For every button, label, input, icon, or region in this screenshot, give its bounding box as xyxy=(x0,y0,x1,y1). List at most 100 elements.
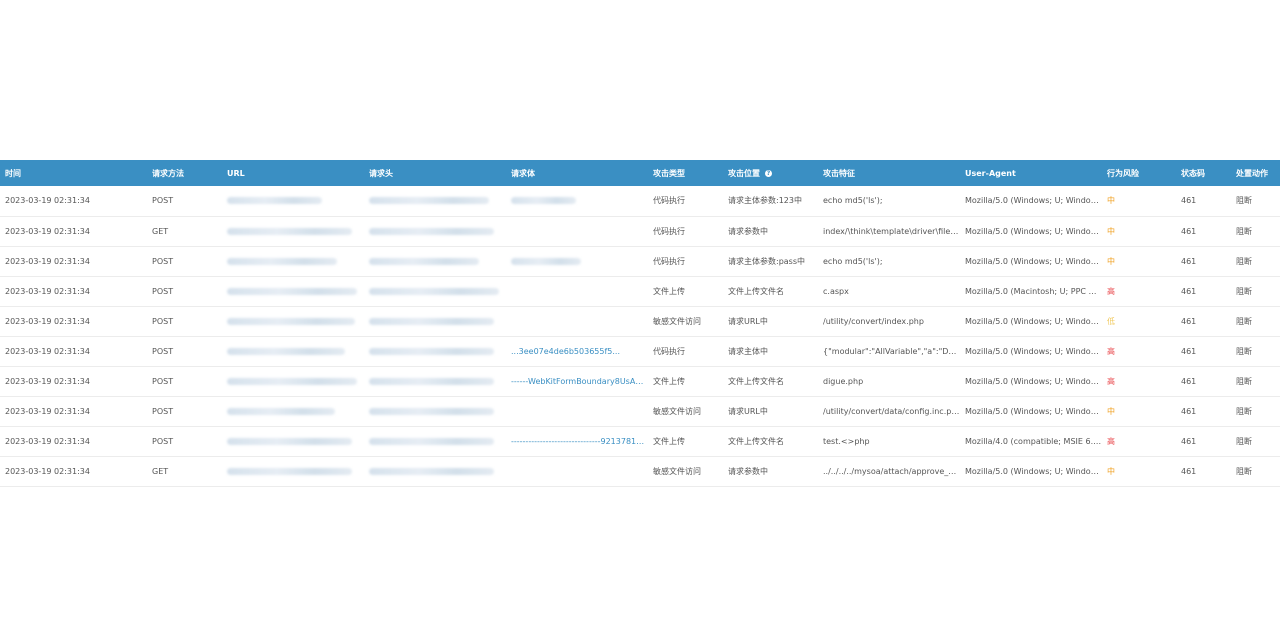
cell-request-header[interactable] xyxy=(364,246,506,276)
cell-method: GET xyxy=(152,226,169,236)
cell-time: 2023-03-19 02:31:34 xyxy=(5,226,90,236)
cell-request-header[interactable] xyxy=(364,216,506,246)
cell-request-body[interactable] xyxy=(506,396,648,426)
cell-attack-feature: {"modular":"AllVariable","a":"DQpma... xyxy=(823,346,960,356)
cell-request-body[interactable] xyxy=(506,186,648,216)
cell-action: 阻断 xyxy=(1236,256,1252,266)
cell-attack-feature: echo md5('ls'); xyxy=(823,196,883,206)
cell-request-body[interactable] xyxy=(506,276,648,306)
cell-request-header[interactable] xyxy=(364,276,506,306)
cell-user-agent: Mozilla/5.0 (Windows; U; Windows N... xyxy=(965,466,1102,476)
cell-request-header[interactable] xyxy=(364,306,506,336)
attack-log-table-wrapper: 时间 请求方法 URL 请求头 请求体 攻击类型 攻击位置? 攻击特征 User… xyxy=(0,160,1280,487)
info-circle-icon[interactable]: ? xyxy=(765,169,772,177)
cell-request-header[interactable] xyxy=(364,186,506,216)
col-header-attack-type[interactable]: 攻击类型 xyxy=(648,160,723,186)
cell-risk: 中 xyxy=(1107,196,1115,206)
cell-method: POST xyxy=(152,256,174,266)
cell-time: 2023-03-19 02:31:34 xyxy=(5,436,90,446)
cell-url[interactable] xyxy=(222,246,364,276)
col-header-time[interactable]: 时间 xyxy=(0,160,147,186)
attack-log-page: 时间 请求方法 URL 请求头 请求体 攻击类型 攻击位置? 攻击特征 User… xyxy=(0,0,1280,640)
cell-status: 461 xyxy=(1181,466,1197,476)
cell-request-body[interactable] xyxy=(506,456,648,486)
cell-url[interactable] xyxy=(222,336,364,366)
cell-url[interactable] xyxy=(222,306,364,336)
col-header-attack-position[interactable]: 攻击位置? xyxy=(723,160,818,186)
table-row[interactable]: 2023-03-19 02:31:34 POST 敏感文件访问 请求URL中 /… xyxy=(0,306,1280,336)
table-row[interactable]: 2023-03-19 02:31:34 POST ...3ee07e4de6b5… xyxy=(0,336,1280,366)
cell-request-header[interactable] xyxy=(364,366,506,396)
cell-status: 461 xyxy=(1181,406,1197,416)
cell-request-header[interactable] xyxy=(364,336,506,366)
cell-request-header[interactable] xyxy=(364,396,506,426)
cell-attack-type: 代码执行 xyxy=(653,346,685,356)
table-row[interactable]: 2023-03-19 02:31:34 POST ------WebKitFor… xyxy=(0,366,1280,396)
cell-attack-feature: /utility/convert/data/config.inc.php xyxy=(823,406,960,416)
col-header-method[interactable]: 请求方法 xyxy=(147,160,222,186)
cell-method: GET xyxy=(152,466,169,476)
table-row[interactable]: 2023-03-19 02:31:34 POST ---------------… xyxy=(0,426,1280,456)
cell-attack-type: 敏感文件访问 xyxy=(653,406,701,416)
cell-url[interactable] xyxy=(222,366,364,396)
cell-attack-feature: ../../../../mysoa/attach/approve_cent... xyxy=(823,466,960,476)
col-header-request-body[interactable]: 请求体 xyxy=(506,160,648,186)
col-header-attack-feature[interactable]: 攻击特征 xyxy=(818,160,960,186)
cell-attack-feature: test.<>php xyxy=(823,436,870,446)
cell-risk: 中 xyxy=(1107,256,1115,266)
cell-risk: 中 xyxy=(1107,406,1115,416)
cell-time: 2023-03-19 02:31:34 xyxy=(5,286,90,296)
cell-status: 461 xyxy=(1181,256,1197,266)
table-row[interactable]: 2023-03-19 02:31:34 GET 敏感文件访问 请求参数中 ../… xyxy=(0,456,1280,486)
cell-request-body[interactable]: ...3ee07e4de6b503655f5... xyxy=(506,336,648,366)
col-header-status[interactable]: 状态码 xyxy=(1176,160,1231,186)
col-header-action[interactable]: 处置动作 xyxy=(1231,160,1280,186)
cell-attack-feature: echo md5('ls'); xyxy=(823,256,883,266)
blurred-request-header xyxy=(369,287,499,295)
col-header-user-agent[interactable]: User-Agent xyxy=(960,160,1102,186)
cell-request-body[interactable]: ------WebKitFormBoundary8UsAN/m... xyxy=(506,366,648,396)
cell-attack-type: 文件上传 xyxy=(653,286,685,296)
table-row[interactable]: 2023-03-19 02:31:34 POST 代码执行 请求主体参数:123… xyxy=(0,186,1280,216)
cell-url[interactable] xyxy=(222,426,364,456)
table-row[interactable]: 2023-03-19 02:31:34 POST 敏感文件访问 请求URL中 /… xyxy=(0,396,1280,426)
blurred-request-header xyxy=(369,317,494,325)
cell-url[interactable] xyxy=(222,186,364,216)
cell-time: 2023-03-19 02:31:34 xyxy=(5,376,90,386)
cell-attack-type: 代码执行 xyxy=(653,226,685,236)
table-row[interactable]: 2023-03-19 02:31:34 POST 代码执行 请求主体参数:pas… xyxy=(0,246,1280,276)
blurred-request-header xyxy=(369,467,494,475)
cell-time: 2023-03-19 02:31:34 xyxy=(5,406,90,416)
cell-request-body[interactable]: -------------------------------921378126… xyxy=(506,426,648,456)
cell-request-header[interactable] xyxy=(364,456,506,486)
cell-risk: 高 xyxy=(1107,436,1115,446)
cell-request-body[interactable] xyxy=(506,306,648,336)
cell-request-body[interactable] xyxy=(506,246,648,276)
cell-url[interactable] xyxy=(222,456,364,486)
request-body-text: ------WebKitFormBoundary8UsAN/m... xyxy=(511,376,648,386)
table-row[interactable]: 2023-03-19 02:31:34 POST 文件上传 文件上传文件名 c.… xyxy=(0,276,1280,306)
blurred-request-header xyxy=(369,197,489,205)
cell-risk: 高 xyxy=(1107,376,1115,386)
cell-url[interactable] xyxy=(222,276,364,306)
table-row[interactable]: 2023-03-19 02:31:34 GET 代码执行 请求参数中 index… xyxy=(0,216,1280,246)
blurred-url xyxy=(227,197,322,205)
cell-method: POST xyxy=(152,196,174,206)
cell-url[interactable] xyxy=(222,396,364,426)
blurred-request-header xyxy=(369,227,494,235)
col-header-url[interactable]: URL xyxy=(222,160,364,186)
blurred-url xyxy=(227,467,352,475)
cell-status: 461 xyxy=(1181,316,1197,326)
cell-request-header[interactable] xyxy=(364,426,506,456)
cell-user-agent: Mozilla/5.0 (Windows; U; Windows N... xyxy=(965,376,1102,386)
cell-attack-type: 代码执行 xyxy=(653,196,685,206)
cell-method: POST xyxy=(152,436,174,446)
blurred-url xyxy=(227,317,355,325)
col-header-risk[interactable]: 行为风险 xyxy=(1102,160,1176,186)
col-header-request-header[interactable]: 请求头 xyxy=(364,160,506,186)
cell-url[interactable] xyxy=(222,216,364,246)
cell-time: 2023-03-19 02:31:34 xyxy=(5,466,90,476)
cell-request-body[interactable] xyxy=(506,216,648,246)
cell-user-agent: Mozilla/5.0 (Windows; U; Windows N... xyxy=(965,346,1102,356)
cell-attack-type: 敏感文件访问 xyxy=(653,466,701,476)
